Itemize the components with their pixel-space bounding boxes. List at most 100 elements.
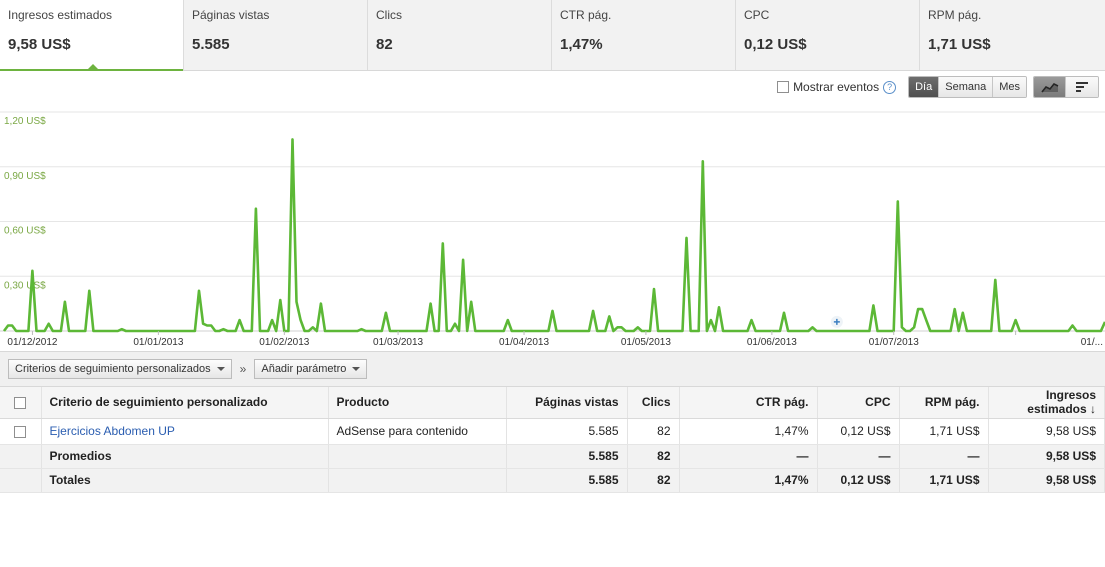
- granularity-selector: Día Semana Mes: [908, 76, 1027, 98]
- show-events-label: Mostrar eventos: [793, 80, 880, 94]
- bar-list-icon: [1076, 82, 1088, 92]
- earnings-series-line: [2, 138, 1105, 333]
- scorecard-label: Clics: [376, 8, 402, 22]
- y-tick-label: 1,20 US$: [4, 116, 46, 127]
- column-header-pageviews[interactable]: Páginas vistas: [506, 387, 628, 419]
- scorecard-value: 82: [376, 36, 393, 53]
- column-header-rpm[interactable]: RPM pág.: [899, 387, 989, 419]
- chart-controls: Mostrar eventos ? Día Semana Mes: [777, 76, 1099, 98]
- dimension-dropdown-label: Criterios de seguimiento personalizados: [15, 363, 211, 375]
- scorecard-label: RPM pág.: [928, 8, 982, 22]
- y-tick-label: 0,30 US$: [4, 280, 46, 291]
- scorecard-value: 1,47%: [560, 36, 603, 53]
- scorecard-pageviews[interactable]: Páginas vistas 5.585: [184, 0, 368, 70]
- scorecard-value: 1,71 US$: [928, 36, 991, 53]
- totals-ctr: 1,47%: [679, 468, 818, 493]
- averages-rpm: —: [899, 444, 989, 469]
- x-tick-label: 01/01/2013: [133, 337, 183, 348]
- channel-link[interactable]: Ejercicios Abdomen UP: [50, 424, 175, 438]
- scorecard-estimated-earnings[interactable]: Ingresos estimados 9,58 US$: [0, 0, 184, 71]
- show-events-checkbox[interactable]: [777, 81, 790, 93]
- scorecard-value: 5.585: [192, 36, 230, 53]
- clicks-cell: 82: [627, 418, 680, 445]
- averages-clicks: 82: [627, 444, 680, 469]
- scorecard-label: CTR pág.: [560, 8, 612, 22]
- week-button[interactable]: Semana: [939, 77, 994, 97]
- column-header-product[interactable]: Producto: [328, 387, 507, 419]
- table-view-button[interactable]: [1066, 77, 1098, 97]
- select-all-cell: [0, 387, 42, 419]
- day-button[interactable]: Día: [909, 77, 940, 97]
- column-header-cpc[interactable]: CPC: [817, 387, 900, 419]
- totals-product-cell: [328, 468, 507, 493]
- chart-view-selector: [1033, 76, 1099, 98]
- add-parameter-label: Añadir parámetro: [261, 363, 347, 375]
- x-tick-label: 01/02/2013: [259, 337, 309, 348]
- totals-rpm: 1,71 US$: [899, 468, 989, 493]
- earnings-cell: 9,58 US$: [988, 418, 1105, 445]
- x-tick-label: 01/04/2013: [499, 337, 549, 348]
- averages-label: Promedios: [41, 444, 329, 469]
- x-tick-label: 01/05/2013: [621, 337, 671, 348]
- totals-label: Totales: [41, 468, 329, 493]
- breadcrumb-separator: »: [239, 362, 247, 376]
- channel-cell: Ejercicios Abdomen UP: [41, 418, 329, 445]
- product-cell: AdSense para contenido: [328, 418, 507, 445]
- line-chart-view-button[interactable]: [1034, 77, 1066, 97]
- x-tick-label: 01/06/2013: [747, 337, 797, 348]
- dimension-dropdown[interactable]: Criterios de seguimiento personalizados: [8, 359, 232, 379]
- x-tick-label: 01/03/2013: [373, 337, 423, 348]
- row-checkbox[interactable]: [14, 425, 27, 438]
- select-all-checkbox[interactable]: [14, 397, 27, 410]
- earnings-line-chart: 1,20 US$ 0,90 US$ 0,60 US$ 0,30 US$ 01/12/20…: [0, 111, 1105, 348]
- table-header-row: Criterio de seguimiento personalizado Pr…: [0, 387, 1105, 419]
- scorecard-label: Páginas vistas: [192, 8, 270, 22]
- month-button[interactable]: Mes: [993, 77, 1026, 97]
- y-tick-label: 0,60 US$: [4, 226, 46, 237]
- scorecard-page-rpm[interactable]: RPM pág. 1,71 US$: [920, 0, 1105, 70]
- averages-cpc: —: [817, 444, 900, 469]
- active-caret-icon: [87, 64, 99, 70]
- line-chart-icon: [1040, 82, 1058, 93]
- totals-pageviews: 5.585: [506, 468, 628, 493]
- totals-earnings: 9,58 US$: [988, 468, 1105, 493]
- cpc-cell: 0,12 US$: [817, 418, 900, 445]
- show-events-toggle[interactable]: Mostrar eventos ?: [777, 80, 897, 94]
- rpm-cell: 1,71 US$: [899, 418, 989, 445]
- scorecard-clicks[interactable]: Clics 82: [368, 0, 552, 70]
- column-header-earnings[interactable]: Ingresos estimados ↓: [988, 387, 1105, 419]
- totals-cpc: 0,12 US$: [817, 468, 900, 493]
- scorecard-row: Ingresos estimados 9,58 US$ Páginas vist…: [0, 0, 1105, 71]
- scorecard-value: 0,12 US$: [744, 36, 807, 53]
- averages-spacer: [0, 444, 42, 469]
- help-icon[interactable]: ?: [883, 80, 897, 94]
- totals-row: Totales 5.585 82 1,47% 0,12 US$ 1,71 US$…: [0, 468, 1105, 493]
- ctr-cell: 1,47%: [679, 418, 818, 445]
- chevron-down-icon: [352, 367, 361, 371]
- scorecard-page-ctr[interactable]: CTR pág. 1,47%: [552, 0, 736, 70]
- totals-clicks: 82: [627, 468, 680, 493]
- x-tick-label: 01/...: [1081, 337, 1103, 348]
- column-header-channel[interactable]: Criterio de seguimiento personalizado: [41, 387, 329, 419]
- scorecard-cpc[interactable]: CPC 0,12 US$: [736, 0, 920, 70]
- scorecard-label: CPC: [744, 8, 770, 22]
- totals-spacer: [0, 468, 42, 493]
- averages-earnings: 9,58 US$: [988, 444, 1105, 469]
- averages-pageviews: 5.585: [506, 444, 628, 469]
- column-header-clicks[interactable]: Clics: [627, 387, 680, 419]
- table-row: Ejercicios Abdomen UP AdSense para conte…: [0, 418, 1105, 445]
- averages-product-cell: [328, 444, 507, 469]
- averages-ctr: —: [679, 444, 818, 469]
- report-table: Criterio de seguimiento personalizado Pr…: [0, 387, 1105, 493]
- scorecard-value: 9,58 US$: [8, 36, 71, 53]
- averages-row: Promedios 5.585 82 — — — 9,58 US$: [0, 444, 1105, 469]
- x-tick-label: 01/12/2012: [7, 337, 57, 348]
- add-parameter-dropdown[interactable]: Añadir parámetro: [254, 359, 368, 379]
- scorecard-label: Ingresos estimados: [8, 8, 113, 22]
- column-header-ctr[interactable]: CTR pág.: [679, 387, 818, 419]
- dimension-bar: Criterios de seguimiento personalizados …: [0, 351, 1105, 387]
- x-tick-label: 01/07/2013: [869, 337, 919, 348]
- chevron-down-icon: [216, 367, 225, 371]
- pageviews-cell: 5.585: [506, 418, 628, 445]
- y-tick-label: 0,90 US$: [4, 171, 46, 182]
